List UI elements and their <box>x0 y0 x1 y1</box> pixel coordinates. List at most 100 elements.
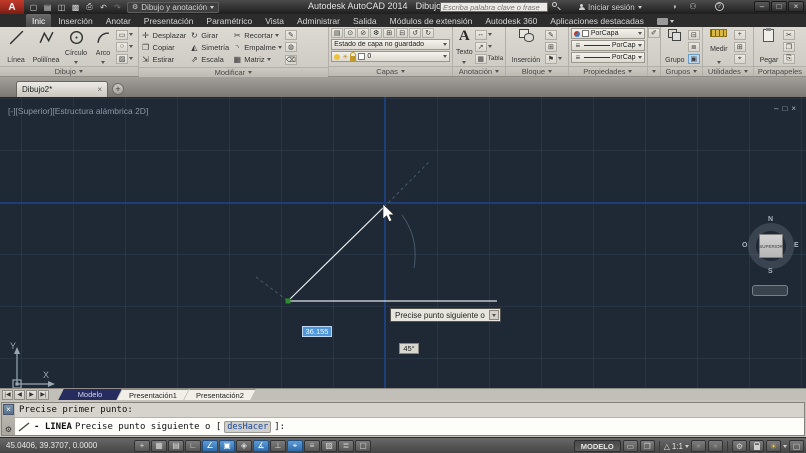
toolbar-lock-icon[interactable] <box>749 440 764 452</box>
pencil-icon[interactable]: ✎ <box>284 29 297 40</box>
panel-label-capas[interactable]: Capas <box>329 66 452 76</box>
tab-modulos-extension[interactable]: Módulos de extensión <box>384 14 479 27</box>
layer-properties-icon[interactable]: ▤ <box>331 28 344 38</box>
tab-presentacion2[interactable]: Presentación2 <box>184 389 256 401</box>
quick-view-drawings-icon[interactable]: ❐ <box>639 440 655 452</box>
annotation-scale-dropdown[interactable]: △ 1:1 <box>664 442 689 451</box>
selection-cycling-toggle[interactable]: ▢ <box>355 439 371 452</box>
next-layout-icon[interactable]: ▶ <box>26 389 37 400</box>
maximize-button[interactable]: □ <box>771 1 787 12</box>
lineweight-dropdown[interactable]: ≡ PorCapa <box>570 40 645 51</box>
tab-autodesk-360[interactable]: Autodesk 360 <box>479 14 543 27</box>
tab-administrar[interactable]: Administrar <box>291 14 346 27</box>
lineweight-toggle[interactable]: ≡ <box>304 439 320 452</box>
tab-anotar[interactable]: Anotar <box>100 14 137 27</box>
current-layer-dropdown[interactable]: ☀ 0 <box>331 51 450 62</box>
table-button[interactable]: ▦ Tabla <box>474 53 503 64</box>
help-icon[interactable]: ? <box>712 1 726 12</box>
tab-presentacion[interactable]: Presentación <box>138 14 200 27</box>
coordinates-readout[interactable]: 45.0406, 39.3707, 0.0000 <box>6 441 134 450</box>
rotate-button[interactable]: ↻ Girar <box>189 29 229 41</box>
paste-special-icon[interactable]: ⎘ <box>782 53 795 64</box>
communication-center-icon[interactable]: ⚇ <box>686 1 700 12</box>
model-space-button[interactable]: MODELO <box>573 440 621 452</box>
tab-close-icon[interactable]: × <box>97 85 102 94</box>
tab-parametrico[interactable]: Paramétrico <box>200 14 258 27</box>
quick-calc-icon[interactable]: ⊞ <box>733 41 746 52</box>
line-button[interactable]: Línea <box>2 28 30 65</box>
navigation-bar[interactable] <box>752 285 788 296</box>
compass-west[interactable]: O <box>742 242 747 249</box>
application-status-menu-icon[interactable] <box>783 444 787 448</box>
panel-label-grupos[interactable]: Grupos <box>660 66 702 76</box>
dimension-icon[interactable]: ↔ <box>474 29 487 40</box>
arc-button[interactable]: Arco <box>91 28 115 65</box>
tab-insercion[interactable]: Inserción <box>52 14 99 27</box>
layer-on-icon[interactable]: ⊙ <box>344 28 357 38</box>
search-input[interactable] <box>441 3 547 11</box>
panel-label-portapapeles[interactable]: Portapapeles <box>753 66 806 76</box>
viewcube-face-top[interactable]: SUPERIOR <box>759 234 783 258</box>
tab-modelo[interactable]: Modelo <box>58 389 122 401</box>
edit-block-icon[interactable]: ✎ <box>544 29 557 40</box>
hardware-acceleration-icon[interactable]: ☀ <box>766 440 781 452</box>
snap-toggle[interactable]: ▦ <box>151 439 167 452</box>
leader-icon[interactable]: ↗ <box>474 41 487 52</box>
layer-state-dropdown[interactable]: Estado de capa no guardado <box>331 39 450 50</box>
undo-option-chip[interactable]: desHacer <box>224 420 272 433</box>
redo-icon[interactable]: ↷ <box>111 1 124 13</box>
rectangle-tool-icon[interactable]: ▭ <box>116 29 128 40</box>
group-button[interactable]: Grupo <box>663 28 687 65</box>
workspace-switching-icon[interactable]: ⚙ <box>732 440 747 452</box>
text-button[interactable]: A Texto <box>455 28 474 65</box>
copy-button[interactable]: ❐ Copiar <box>141 41 187 53</box>
eraser-icon[interactable]: ⌫ <box>284 54 297 65</box>
layer-unisolate-icon[interactable]: ⊟ <box>396 28 409 38</box>
ribbon-display-button[interactable] <box>656 16 674 27</box>
polar-tracking-toggle[interactable]: ∠ <box>202 439 218 452</box>
sign-in-button[interactable]: Iniciar sesión <box>578 1 642 13</box>
panel-label-modificar[interactable]: Modificar <box>138 67 329 77</box>
layer-isolate-icon[interactable]: ⊞ <box>383 28 396 38</box>
quick-view-layouts-icon[interactable]: ▭ <box>622 440 638 452</box>
workspace-selector[interactable]: ⚙ Dibujo y anotación <box>127 1 220 13</box>
layer-off-icon[interactable]: ⊘ <box>357 28 370 38</box>
viewcube[interactable]: N S O E SUPERIOR <box>742 216 799 277</box>
layer-match-icon[interactable]: ↻ <box>422 28 435 38</box>
object-snap-tracking-toggle[interactable]: ∡ <box>253 439 269 452</box>
circle-button[interactable]: Círculo <box>62 28 90 65</box>
document-tab-dibujo2[interactable]: Dibujo2* × <box>16 81 108 97</box>
measure-button[interactable]: Medir <box>705 28 733 65</box>
compass-south[interactable]: S <box>768 268 773 275</box>
group-edit-icon[interactable]: ≣ <box>687 41 700 52</box>
wrench-icon[interactable]: ⚙ <box>5 425 12 434</box>
ungroup-icon[interactable]: ⊟ <box>687 29 700 40</box>
compass-north[interactable]: N <box>768 216 773 223</box>
close-button[interactable]: × <box>788 1 804 12</box>
ortho-toggle[interactable]: ∟ <box>185 439 201 452</box>
prev-layout-icon[interactable]: ◀ <box>14 389 25 400</box>
exchange-apps-icon[interactable]: ◗ <box>668 1 682 12</box>
polyline-button[interactable]: Polilínea <box>31 28 61 65</box>
tab-vista[interactable]: Vista <box>259 14 290 27</box>
autoscale-icon[interactable]: ☀ <box>708 440 723 452</box>
stretch-button[interactable]: ⇲ Estirar <box>141 53 187 65</box>
tab-inicio[interactable]: Inic <box>26 14 52 27</box>
last-layout-icon[interactable]: ▶| <box>38 389 49 400</box>
copy-clip-icon[interactable]: ❐ <box>782 41 795 52</box>
panel-label-match[interactable] <box>647 66 660 76</box>
object-snap-3d-toggle[interactable]: ◈ <box>236 439 252 452</box>
compass-east[interactable]: E <box>794 242 799 249</box>
command-prompt-line[interactable]: - LINEA Precise punto siguiente o [ desH… <box>15 418 804 435</box>
grid-toggle[interactable]: ▤ <box>168 439 184 452</box>
save-icon[interactable]: ◫ <box>55 1 68 13</box>
first-layout-icon[interactable]: |◀ <box>2 389 13 400</box>
panel-label-propiedades[interactable]: Propiedades <box>568 66 647 76</box>
panel-label-dibujo[interactable]: Dibujo <box>0 66 138 76</box>
fillet-button[interactable]: ◝ Empalme <box>232 41 282 53</box>
trim-button[interactable]: ✂ Recortar <box>232 29 282 41</box>
undo-icon[interactable]: ↶ <box>97 1 110 13</box>
sphere-pencil-icon[interactable]: ◍ <box>284 42 297 52</box>
dynamic-ucs-toggle[interactable]: ⊥ <box>270 439 286 452</box>
object-color-dropdown[interactable]: PorCapa <box>570 28 645 39</box>
